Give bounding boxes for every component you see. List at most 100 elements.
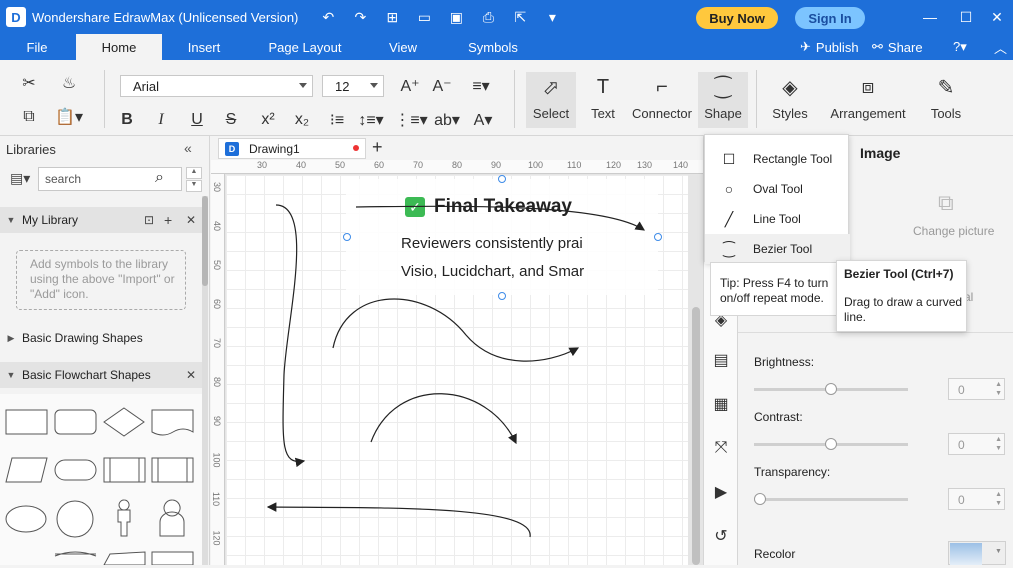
customize-icon[interactable]: ▾ — [538, 5, 566, 29]
scroll-up-icon[interactable]: ▲ — [186, 167, 202, 179]
publish-button[interactable]: ✈ Publish — [800, 34, 859, 60]
tab-view[interactable]: View — [380, 34, 426, 60]
brightness-slider[interactable] — [754, 383, 908, 395]
export-icon[interactable]: ⇱ — [506, 5, 534, 29]
close-icon[interactable]: ✕ — [979, 0, 1013, 34]
bezier-curve-5 — [266, 502, 531, 538]
tab-home[interactable]: Home — [76, 34, 162, 60]
text-tool[interactable]: T Text — [583, 72, 623, 128]
collapse-panel-icon[interactable]: « — [184, 140, 192, 156]
pointer-icon: ⬀ — [542, 76, 560, 99]
cylinder-shape — [54, 551, 97, 557]
canvas-scrollbar[interactable] — [692, 307, 700, 565]
import-icon[interactable]: ⊡ — [144, 213, 154, 227]
decision-shape — [103, 407, 145, 437]
increase-font-icon[interactable]: A⁺ — [398, 75, 422, 97]
buy-now-button[interactable]: Buy Now — [696, 7, 778, 29]
italic-icon[interactable]: I — [150, 109, 172, 131]
drawing-page[interactable]: ✓ Final Takeaway Reviewers consistently … — [226, 175, 688, 565]
styles-tool[interactable]: ◈ Styles — [766, 72, 814, 128]
save-icon[interactable]: ▣ — [442, 5, 470, 29]
oval-icon: ○ — [724, 181, 734, 197]
new-tab-icon[interactable]: + — [372, 137, 383, 158]
superscript-icon[interactable]: x² — [256, 109, 280, 131]
change-picture-button[interactable]: Change picture — [913, 224, 994, 238]
tab-insert[interactable]: Insert — [175, 34, 233, 60]
decrease-font-icon[interactable]: A⁻ — [430, 75, 454, 97]
shape-tool[interactable]: ⁐ Shape — [698, 72, 748, 128]
person-shape — [159, 499, 185, 537]
bezier-curve-3 — [332, 298, 580, 362]
search-icon[interactable]: ⌕ — [155, 169, 164, 187]
print-icon[interactable]: ⎙ — [474, 5, 502, 29]
format-painter-icon[interactable]: ♨ — [56, 72, 82, 94]
transparency-knob[interactable] — [754, 493, 766, 505]
recolor-select[interactable]: ▼ — [948, 541, 1006, 565]
basic-flowchart-section[interactable]: ▼ Basic Flowchart Shapes ✕ — [0, 362, 202, 388]
connector-tool[interactable]: ⌐ Connector — [630, 72, 694, 128]
bold-icon[interactable]: B — [116, 109, 138, 131]
add-icon[interactable]: + — [164, 212, 172, 228]
contrast-knob[interactable] — [825, 438, 837, 450]
paint-bucket-icon: ◈ — [782, 76, 798, 99]
strikethrough-icon[interactable]: S — [220, 109, 242, 131]
bullets-icon[interactable]: ⁝≡ — [326, 109, 348, 131]
subscript-icon[interactable]: x₂ — [290, 109, 314, 131]
minimize-icon[interactable]: — — [912, 0, 948, 34]
document-tab[interactable]: D Drawing1 — [218, 138, 366, 159]
basic-drawing-section[interactable]: ▶ Basic Drawing Shapes — [0, 325, 202, 351]
tab-symbols[interactable]: Symbols — [458, 34, 528, 60]
align-text-icon[interactable]: ≡▾ — [466, 75, 496, 97]
my-library-section[interactable]: ▼ My Library ⊡ + ✕ — [0, 207, 202, 233]
fit-icon[interactable]: ⤧ — [704, 434, 738, 462]
tab-file[interactable]: File — [14, 34, 60, 60]
rectangle-tool-item[interactable]: ☐ Rectangle Tool — [705, 144, 850, 174]
share-button[interactable]: ⚯ Share — [872, 34, 923, 60]
selection-handle — [498, 175, 506, 183]
paste-icon[interactable]: 📋▾ — [54, 106, 84, 128]
history-icon[interactable]: ↺ — [704, 522, 738, 550]
change-picture-icon[interactable]: ⧉ — [938, 190, 954, 216]
collapse-ribbon-icon[interactable]: ︿ — [994, 34, 1007, 60]
new-file-icon[interactable]: ⊞ — [378, 5, 406, 29]
font-color-icon[interactable]: A▾ — [468, 109, 498, 131]
scroll-down-icon[interactable]: ▼ — [186, 180, 202, 192]
close-library-icon[interactable]: ✕ — [186, 368, 196, 382]
select-tool[interactable]: ⬀ Select — [526, 72, 576, 128]
bezier-tool-item[interactable]: ⁐ Bezier Tool — [705, 234, 850, 264]
line-tool-item[interactable]: ╱ Line Tool — [705, 204, 850, 234]
tools-tool[interactable]: ✎ Tools — [924, 72, 968, 128]
canvas-area[interactable]: 30 40 50 60 70 80 90 100 110 120 130 140… — [211, 160, 703, 565]
font-size-select[interactable]: 12 — [322, 75, 384, 97]
bezier-icon: ⁐ — [714, 76, 732, 99]
sign-in-button[interactable]: Sign In — [795, 7, 865, 29]
contrast-slider[interactable] — [754, 438, 908, 450]
redo-icon[interactable]: ↷ — [346, 5, 374, 29]
numbering-icon[interactable]: ⋮≡▾ — [394, 109, 427, 131]
font-family-select[interactable]: Arial — [120, 75, 313, 97]
image-icon[interactable]: ▦ — [704, 390, 738, 418]
oval-tool-item[interactable]: ○ Oval Tool — [705, 174, 850, 204]
rectangle-icon: ☐ — [722, 150, 736, 167]
transparency-spinner[interactable]: 0 ▲ ▼ — [948, 488, 1005, 510]
copy-icon[interactable]: ⧉ — [16, 106, 42, 128]
presentation-icon[interactable]: ▶ — [704, 478, 738, 506]
contrast-spinner[interactable]: 0 ▲ ▼ — [948, 433, 1005, 455]
underline-icon[interactable]: U — [186, 109, 208, 131]
close-library-icon[interactable]: ✕ — [186, 213, 196, 227]
text-highlight-icon[interactable]: ab▾ — [432, 109, 462, 131]
help-icon[interactable]: ?▾ — [953, 34, 967, 60]
transparency-slider[interactable] — [754, 493, 908, 505]
cut-icon[interactable]: ✂ — [16, 72, 42, 94]
brightness-spinner[interactable]: 0 ▲ ▼ — [948, 378, 1005, 400]
brightness-knob[interactable] — [825, 383, 837, 395]
page-properties-icon[interactable]: ▤ — [704, 346, 738, 374]
libraries-scrollbar[interactable] — [202, 196, 208, 565]
open-folder-icon[interactable]: ▭ — [410, 5, 438, 29]
undo-icon[interactable]: ↶ — [314, 5, 342, 29]
arrangement-tool[interactable]: ⧈ Arrangement — [828, 72, 908, 128]
library-menu-icon[interactable]: ▤▾ — [10, 170, 30, 187]
tab-page-layout[interactable]: Page Layout — [260, 34, 350, 60]
tools-icon: ✎ — [937, 76, 955, 99]
line-spacing-icon[interactable]: ↕≡▾ — [356, 109, 386, 131]
